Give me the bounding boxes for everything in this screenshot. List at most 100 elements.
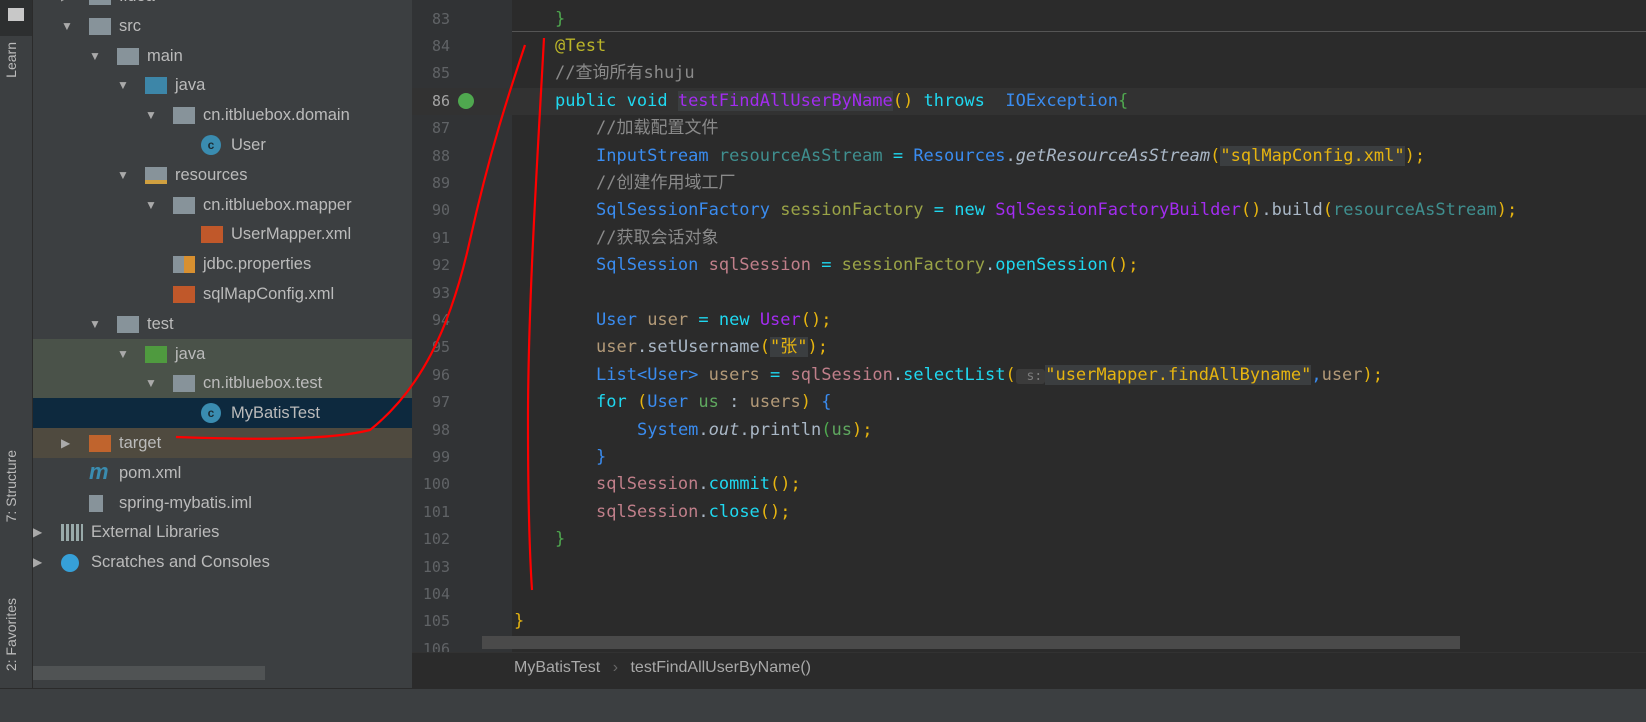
code-line: //获取会话对象 (596, 225, 718, 252)
tree-item[interactable]: ▶ External Libraries (33, 517, 412, 547)
line-number: 94 (431, 310, 450, 329)
expand-arrow-down-icon[interactable]: ▼ (145, 190, 157, 220)
learn-tab[interactable]: Learn (3, 42, 19, 78)
line-number: 86 (431, 91, 450, 110)
expand-arrow-right-icon[interactable]: ▶ (33, 517, 42, 547)
expand-arrow-down-icon[interactable]: ▼ (117, 70, 129, 100)
code-token: : (718, 392, 750, 413)
expand-arrow-down-icon[interactable]: ▼ (117, 160, 129, 190)
line-number: 84 (431, 36, 450, 55)
tree-item[interactable]: ▼ main (33, 41, 412, 71)
code-token: for (596, 392, 637, 413)
code-token: (); (770, 474, 801, 495)
expand-arrow-down-icon[interactable]: ▼ (145, 368, 157, 398)
tree-item[interactable]: ▶ Scratches and Consoles (33, 547, 412, 577)
code-token: (); (759, 501, 791, 522)
expand-arrow-down-icon[interactable]: ▼ (145, 100, 157, 130)
run-test-icon[interactable] (458, 92, 474, 109)
tree-item[interactable]: sqlMapConfig.xml (33, 279, 412, 309)
code-token: . (698, 419, 709, 440)
structure-tab[interactable]: 7: Structure (3, 450, 19, 522)
code-token: new (954, 200, 996, 221)
line-number: 105 (422, 612, 450, 631)
code-token: InputStream (596, 145, 719, 166)
expand-arrow-down-icon[interactable]: ▼ (61, 11, 73, 41)
tree-item[interactable]: ▶ .idea (33, 0, 412, 11)
expand-arrow-right-icon[interactable]: ▶ (61, 428, 70, 458)
code-token: @Test (555, 35, 607, 56)
tree-item[interactable]: jdbc.properties (33, 249, 412, 279)
code-token: List (596, 364, 637, 385)
resources-folder-icon (145, 166, 167, 184)
code-token: . (892, 364, 904, 385)
project-tool-button[interactable] (0, 0, 32, 36)
expand-arrow-right-icon[interactable]: ▶ (33, 547, 42, 577)
code-token: commit (708, 474, 771, 495)
tree-item[interactable]: ▼ test (33, 309, 412, 339)
code-token: () (1240, 200, 1262, 221)
tree-item[interactable]: spring-mybatis.iml (33, 488, 412, 518)
line-number: 92 (431, 256, 450, 275)
code-editor[interactable]: } @Test //查询所有shuju public void testFindAll… (512, 0, 1646, 652)
tree-item[interactable]: ▶ target (33, 428, 412, 458)
tree-item[interactable]: ▼ src (33, 11, 412, 41)
code-token: sqlSession (596, 501, 699, 522)
editor-horizontal-scrollbar[interactable] (482, 636, 1460, 649)
tree-item[interactable]: ▼ cn.itbluebox.mapper (33, 190, 412, 220)
favorites-tab[interactable]: 2: Favorites (3, 598, 19, 671)
package-icon (173, 375, 195, 393)
maven-icon: m (89, 458, 109, 484)
code-token: ); (1404, 145, 1426, 166)
code-token: { (1117, 90, 1129, 111)
code-token: openSession (995, 255, 1108, 276)
code-token: . (698, 474, 709, 495)
code-token: user (596, 337, 637, 358)
tree-item-label: java (175, 344, 206, 363)
code-token: () (892, 90, 914, 111)
code-token: (); (1107, 255, 1139, 276)
code-token: . (698, 501, 709, 522)
code-token: .build (1261, 200, 1323, 221)
tree-item[interactable]: c User (33, 130, 412, 160)
code-token: "张" (770, 337, 808, 358)
code-token: ( (1210, 145, 1221, 166)
expand-arrow-right-icon[interactable]: ▶ (61, 0, 70, 11)
line-number: 104 (422, 584, 450, 603)
tree-item[interactable]: c MyBatisTest (33, 398, 412, 429)
tree-item[interactable]: ▼ resources (33, 160, 412, 190)
tree-item-label: spring-mybatis.iml (119, 493, 252, 512)
tree-item[interactable]: ▼ java (33, 70, 412, 100)
folder-icon (117, 47, 139, 65)
code-line: public void testFindAllUserByName() thro… (555, 88, 1128, 115)
breadcrumb-class[interactable]: MyBatisTest (514, 659, 600, 676)
tree-item-label: cn.itbluebox.test (203, 374, 323, 393)
tree-item[interactable]: m pom.xml (33, 458, 412, 488)
tree-scrollbar[interactable] (33, 666, 265, 680)
tree-item-label: .idea (119, 0, 155, 11)
line-number: 89 (431, 173, 450, 192)
expand-arrow-down-icon[interactable]: ▼ (89, 309, 101, 339)
code-token: //创建作用域工厂 (596, 172, 736, 193)
tree-item[interactable]: ▼ java (33, 338, 412, 369)
code-line: System.out.println(us); (637, 417, 873, 444)
code-token: ); (807, 337, 828, 358)
code-token: ( (1005, 364, 1016, 385)
code-token: public void (555, 90, 678, 111)
editor-gutter: 83 84 85 86 87 88 89 90 91 92 93 94 95 96 97 98 99 100 101… (412, 0, 512, 658)
test-class-icon: c (201, 403, 221, 424)
tree-item-label: User (231, 136, 266, 154)
code-token: } (514, 611, 525, 632)
tree-item[interactable]: ▼ cn.itbluebox.domain (33, 100, 412, 130)
tree-item-label: cn.itbluebox.domain (203, 106, 350, 125)
class-icon: c (201, 135, 221, 155)
breadcrumb-method[interactable]: testFindAllUserByName() (630, 659, 810, 676)
code-token: sqlSession (790, 364, 893, 385)
code-token: } (555, 529, 566, 550)
expand-arrow-down-icon[interactable]: ▼ (117, 339, 129, 369)
code-line: sqlSession.close(); (596, 499, 791, 526)
tree-item[interactable]: ▼ cn.itbluebox.test (33, 368, 412, 399)
expand-arrow-down-icon[interactable]: ▼ (89, 41, 101, 71)
tree-item[interactable]: UserMapper.xml (33, 219, 412, 249)
iml-file-icon (89, 494, 103, 512)
code-token: .println (739, 419, 822, 440)
